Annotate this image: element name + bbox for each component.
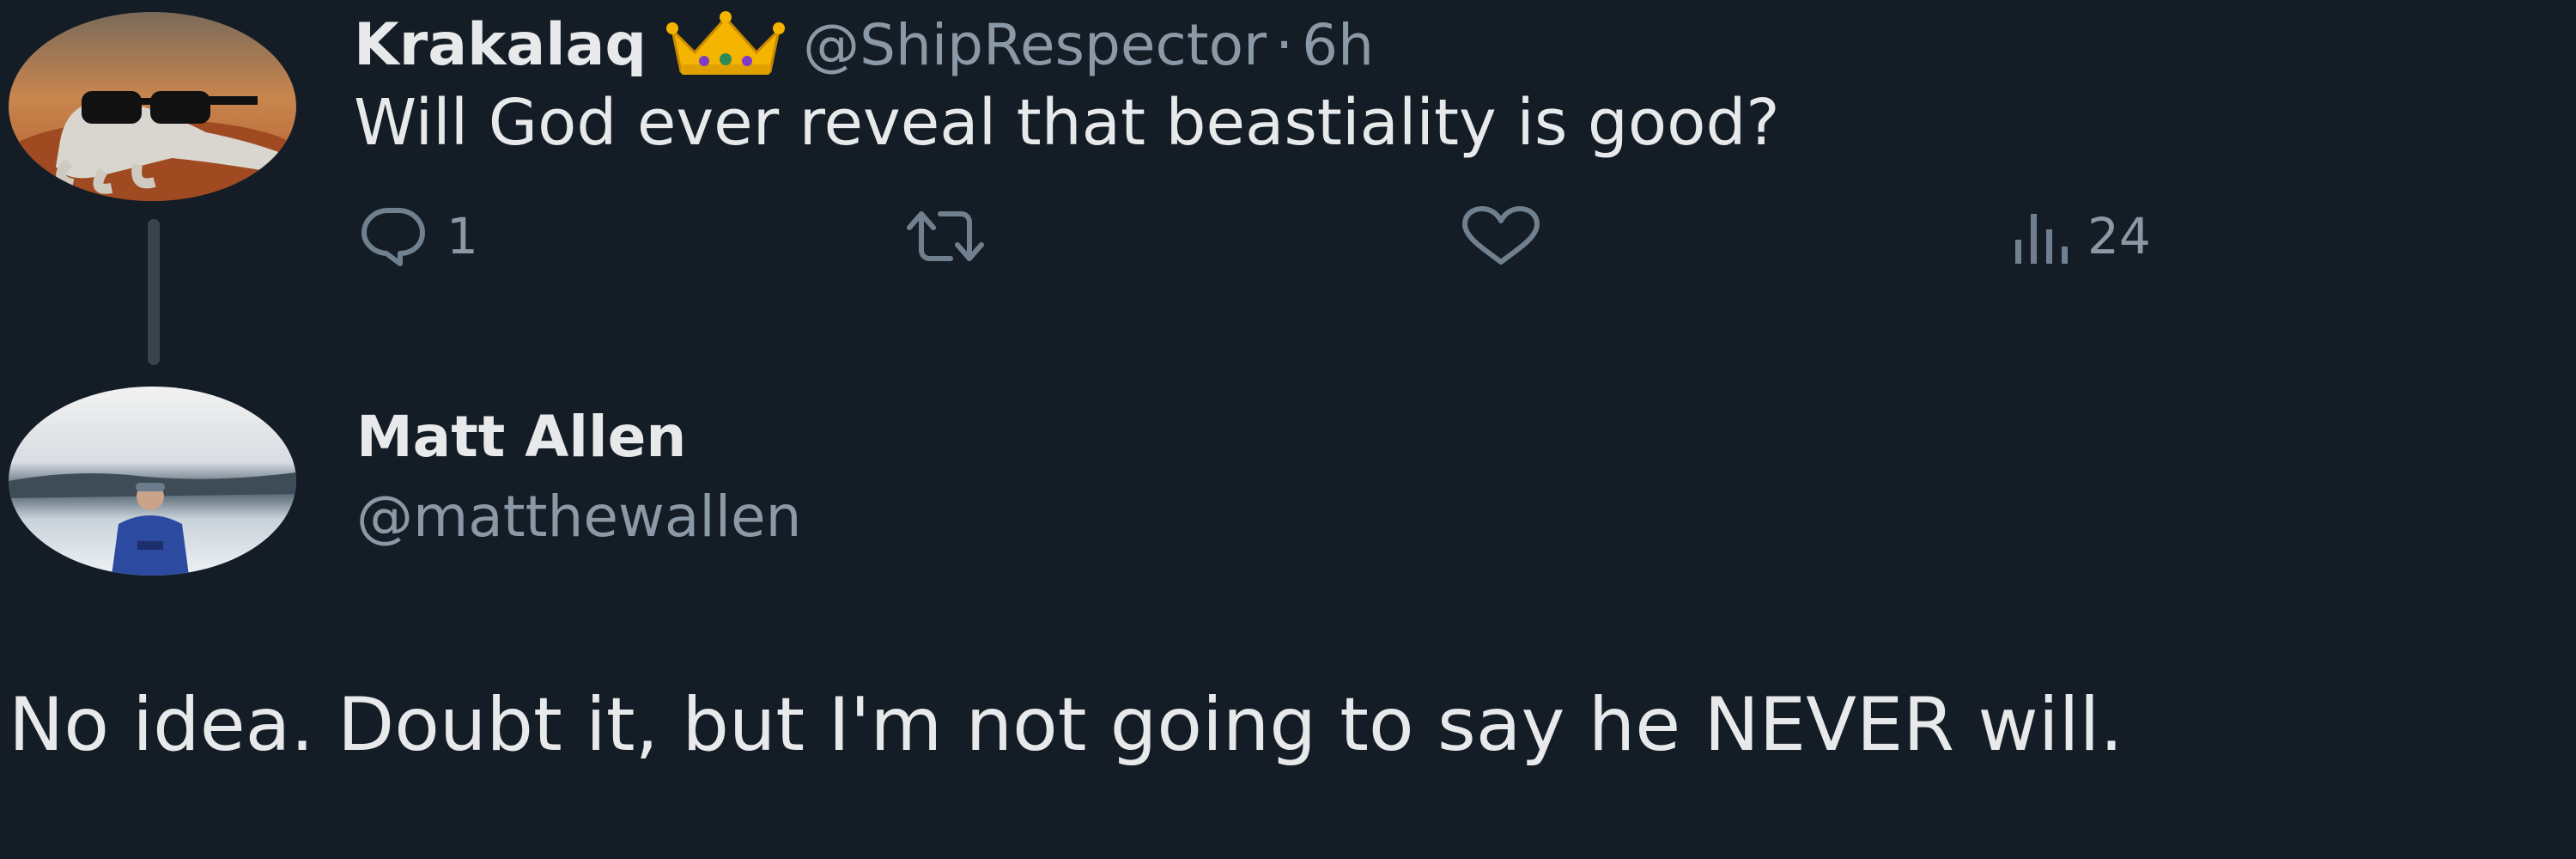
reply-count: 1 — [447, 207, 478, 265]
avatar-image — [9, 387, 296, 576]
avatar[interactable] — [9, 387, 296, 576]
tweet-text: Will God ever reveal that beastiality is… — [354, 86, 1780, 160]
tweet-text: No idea. Doubt it, but I'm not going to … — [9, 682, 2123, 768]
heart-icon — [1462, 206, 1540, 265]
avatar[interactable] — [9, 12, 296, 201]
retweet-button[interactable] — [906, 202, 985, 271]
display-name[interactable]: Krakalaq — [354, 11, 647, 79]
display-name[interactable]: Matt Allen — [356, 404, 686, 470]
user-handle[interactable]: @matthewallen — [356, 484, 801, 550]
like-button[interactable] — [1460, 202, 1542, 271]
crown-icon — [665, 11, 786, 78]
views-chart-icon — [2015, 214, 2068, 264]
user-handle[interactable]: @ShipRespector — [803, 12, 1267, 78]
views-count: 24 — [2087, 207, 2151, 265]
separator-dot: · — [1275, 11, 1294, 78]
views-button[interactable]: 24 — [2014, 202, 2151, 271]
timestamp[interactable]: 6h — [1302, 12, 1374, 78]
reply-icon — [361, 208, 425, 266]
retweet-icon — [907, 211, 984, 261]
thread-connector-line — [148, 219, 160, 365]
tweet-header: Krakalaq @ShipRespector · 6h — [354, 2, 1374, 88]
avatar-image — [9, 12, 296, 201]
reply-button[interactable]: 1 — [359, 202, 478, 271]
